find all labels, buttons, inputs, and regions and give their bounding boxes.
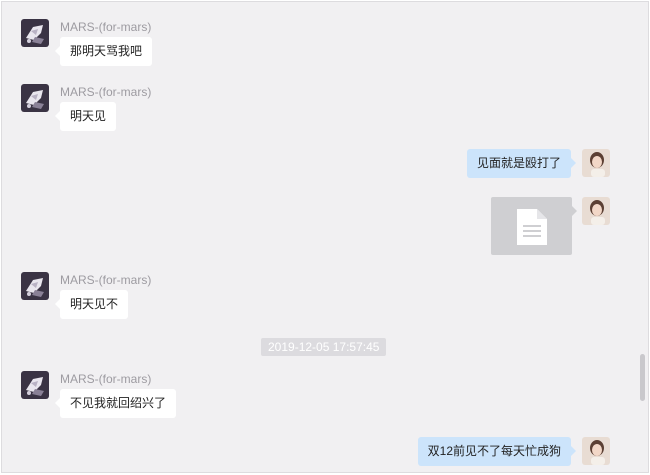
chat-window: MARS-(for-mars) 那明天骂我吧 MARS-(for-mars) 明… [1, 1, 649, 473]
message-bubble-incoming[interactable]: 那明天骂我吧 [55, 37, 153, 66]
message-bubble-incoming[interactable]: 明天见不 [55, 290, 129, 319]
message-text: 明天见 [70, 109, 107, 123]
file-attachment[interactable] [491, 197, 577, 255]
sender-name: MARS-(for-mars) [60, 20, 152, 34]
message-text: 见面就是殴打了 [476, 156, 561, 170]
message-text: 双12前见不了每天忙成狗 [427, 444, 561, 458]
bubble-tail [55, 398, 60, 408]
bubble-tail [55, 46, 60, 56]
sender-name: MARS-(for-mars) [60, 85, 152, 99]
self-avatar[interactable] [582, 437, 610, 465]
bubble-tail [55, 111, 60, 121]
self-avatar[interactable] [582, 197, 610, 225]
bubble-tail [571, 158, 576, 168]
message-bubble-incoming[interactable]: 明天见 [55, 102, 117, 131]
message-text: 不见我就回绍兴了 [70, 396, 167, 410]
bubble-tail [55, 299, 60, 309]
message-text: 明天见不 [70, 297, 119, 311]
scrollbar-thumb[interactable] [640, 354, 645, 401]
message-bubble-outgoing[interactable]: 双12前见不了每天忙成狗 [417, 437, 576, 466]
message-bubble-incoming[interactable]: 不见我就回绍兴了 [55, 389, 177, 418]
bubble-tail [571, 446, 576, 456]
contact-avatar[interactable] [21, 84, 49, 112]
message-text: 那明天骂我吧 [70, 44, 143, 58]
document-icon [517, 209, 547, 245]
contact-avatar[interactable] [21, 272, 49, 300]
contact-avatar[interactable] [21, 19, 49, 47]
self-avatar[interactable] [582, 149, 610, 177]
bubble-tail [572, 206, 577, 216]
message-timestamp: 2019-12-05 17:57:45 [261, 338, 387, 356]
contact-avatar[interactable] [21, 371, 49, 399]
scrollbar-track[interactable] [638, 2, 648, 472]
sender-name: MARS-(for-mars) [60, 273, 152, 287]
sender-name: MARS-(for-mars) [60, 372, 152, 386]
message-bubble-outgoing[interactable]: 见面就是殴打了 [466, 149, 576, 178]
